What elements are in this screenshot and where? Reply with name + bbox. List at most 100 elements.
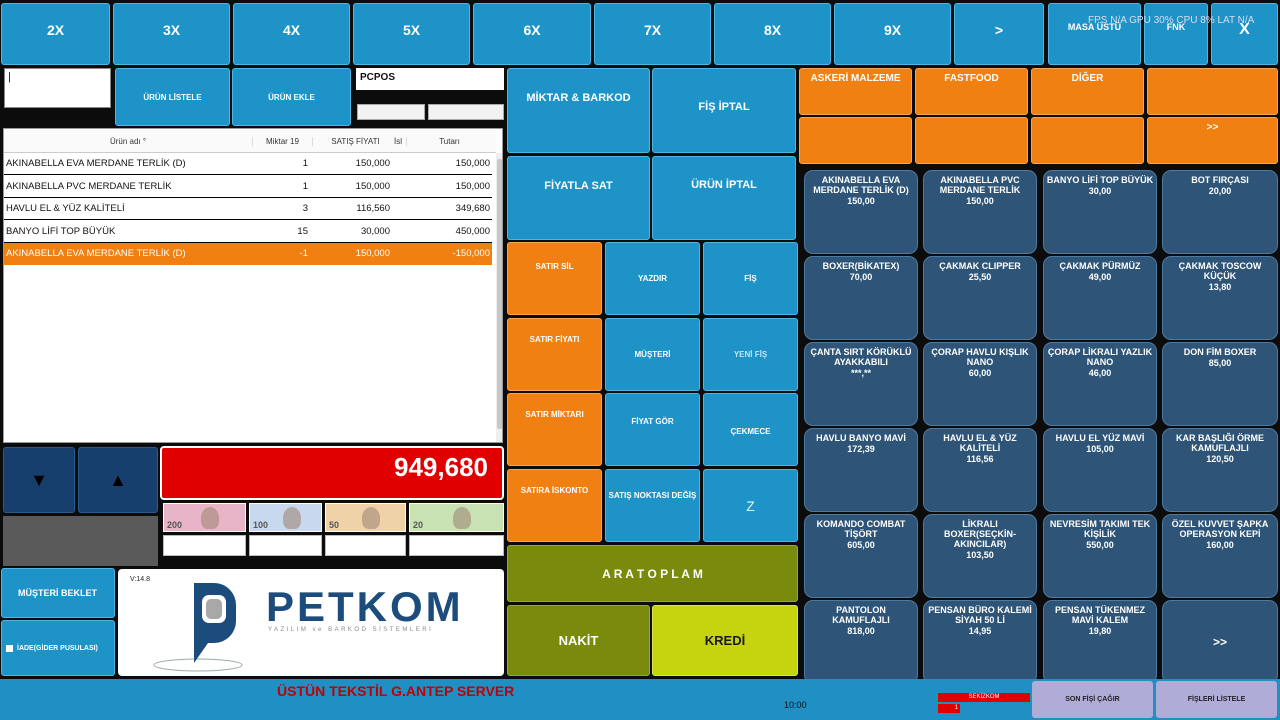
product-button[interactable]: ÇAKMAK PÜRMÜZ 49,00 xyxy=(1043,256,1157,340)
category-empty[interactable] xyxy=(799,117,912,164)
banknote-20[interactable]: 20 xyxy=(409,503,504,532)
product-button[interactable]: KOMANDO COMBAT TİŞÖRT 605,00 xyxy=(804,514,918,598)
product-button[interactable]: ÇANTA SIRT KÖRÜKLÜ AYAKKABILI ***,** xyxy=(804,342,918,426)
urun-listele-button[interactable]: ÜRÜN LİSTELE xyxy=(115,68,230,126)
satis-noktasi-button[interactable]: SATIŞ NOKTASI DEĞİŞ xyxy=(605,469,700,542)
product-button[interactable]: NEVRESİM TAKIMI TEK KİŞİLİK 550,00 xyxy=(1043,514,1157,598)
urun-ekle-button[interactable]: ÜRÜN EKLE xyxy=(232,68,351,126)
z-report-button[interactable]: Z xyxy=(703,469,798,542)
category-empty[interactable] xyxy=(1147,68,1278,115)
table-scrollbar[interactable] xyxy=(496,153,502,442)
satir-sil-button[interactable]: SATIR SİL xyxy=(507,242,602,315)
multiplier-button-2[interactable]: 3X xyxy=(113,3,230,65)
table-row[interactable]: BANYO LİFİ TOP BÜYÜK 15 30,000 450,000 xyxy=(4,221,492,243)
product-next-page-button[interactable]: >> xyxy=(1162,600,1278,684)
product-button[interactable]: DON FİM BOXER 85,00 xyxy=(1162,342,1278,426)
product-button[interactable]: AKINABELLA PVC MERDANE TERLİK 150,00 xyxy=(923,170,1037,254)
product-button[interactable]: ÇAKMAK CLIPPER 25,50 xyxy=(923,256,1037,340)
product-button[interactable]: LİKRALI BOXER(SEÇKİN-AKINCILAR) 103,50 xyxy=(923,514,1037,598)
product-button[interactable]: BANYO LİFİ TOP BÜYÜK 30,00 xyxy=(1043,170,1157,254)
info-field-1[interactable] xyxy=(357,104,425,120)
fiyatla-sat-button[interactable]: FİYATLA SAT xyxy=(507,156,650,240)
product-button[interactable]: ÇAKMAK TOSCOW KÜÇÜK 13,80 xyxy=(1162,256,1278,340)
fis-button[interactable]: FİŞ xyxy=(703,242,798,315)
fiyat-gor-button[interactable]: FİYAT GÖR xyxy=(605,393,700,466)
col-header-price[interactable]: SATIŞ FİYATI xyxy=(312,137,398,146)
category-1[interactable]: ASKERİ MALZEME xyxy=(799,68,912,115)
product-button[interactable]: PENSAN TÜKENMEZ MAVİ KALEM 19,80 xyxy=(1043,600,1157,684)
satir-fiyati-button[interactable]: SATIR FİYATI xyxy=(507,318,602,391)
note-amount-4[interactable] xyxy=(409,535,504,556)
customer-field[interactable]: PCPOS xyxy=(356,68,504,90)
cell-price: 150,000 xyxy=(355,248,390,259)
col-header-qty[interactable]: Miktar 19 xyxy=(252,137,312,146)
note-amount-2[interactable] xyxy=(249,535,322,556)
yazdir-button[interactable]: YAZDIR xyxy=(605,242,700,315)
product-button[interactable]: ÇORAP LİKRALI YAZLIK NANO 46,00 xyxy=(1043,342,1157,426)
note-amount-1[interactable] xyxy=(163,535,246,556)
table-row[interactable]: AKINABELLA EVA MERDANE TERLİK (D) -1 150,0… xyxy=(4,243,492,265)
category-8[interactable]: >> xyxy=(1147,117,1278,164)
nakit-button[interactable]: NAKİT xyxy=(507,605,650,676)
multiplier-button-9[interactable]: > xyxy=(954,3,1044,65)
masa-ustu-button[interactable]: MASA ÜSTÜ xyxy=(1048,3,1141,65)
fnk-button[interactable]: FNK xyxy=(1144,3,1208,65)
multiplier-button-7[interactable]: 8X xyxy=(714,3,831,65)
product-name: NEVRESİM TAKIMI TEK KİŞİLİK xyxy=(1049,519,1151,539)
multiplier-button-1[interactable]: 2X xyxy=(1,3,110,65)
fisleri-listele-button[interactable]: FİŞLERİ LİSTELE xyxy=(1156,681,1277,718)
banknote-50[interactable]: 50 xyxy=(325,503,406,532)
note-amount-3[interactable] xyxy=(325,535,406,556)
col-header-total[interactable]: Tutarı xyxy=(406,137,492,146)
multiplier-button-5[interactable]: 6X xyxy=(473,3,591,65)
multiplier-button-8[interactable]: 9X xyxy=(834,3,951,65)
kredi-button[interactable]: KREDİ xyxy=(652,605,798,676)
iade-button[interactable]: İADE(GİDER PUSULASI) xyxy=(1,620,115,676)
product-button[interactable]: AKINABELLA EVA MERDANE TERLİK (D) 150,00 xyxy=(804,170,918,254)
product-button[interactable]: BOT FIRÇASI 20,00 xyxy=(1162,170,1278,254)
iade-checkbox[interactable] xyxy=(6,644,13,652)
product-button[interactable]: PENSAN BÜRO KALEMİ SİYAH 50 Lİ 14,95 xyxy=(923,600,1037,684)
close-button[interactable]: X xyxy=(1211,3,1278,65)
table-row[interactable]: HAVLU EL & YÜZ KALİTELİ 3 116,560 349,680 xyxy=(4,198,492,220)
scroll-down-button[interactable]: ▼ xyxy=(3,447,75,513)
category-2[interactable]: FASTFOOD xyxy=(915,68,1028,115)
multiplier-button-6[interactable]: 7X xyxy=(594,3,711,65)
table-row[interactable]: AKINABELLA EVA MERDANE TERLİK (D) 1 150,00… xyxy=(4,153,492,175)
aratoplam-button[interactable]: A R A T O P L A M xyxy=(507,545,798,602)
musteri-beklet-button[interactable]: MÜŞTERİ BEKLET xyxy=(1,568,115,618)
info-field-2[interactable] xyxy=(428,104,504,120)
miktar-barkod-button[interactable]: MİKTAR & BARKOD xyxy=(507,68,650,153)
multiplier-button-4[interactable]: 5X xyxy=(353,3,470,65)
satira-iskonto-button[interactable]: SATIRA İSKONTO xyxy=(507,469,602,542)
product-button[interactable]: HAVLU BANYO MAVİ 172,39 xyxy=(804,428,918,512)
urun-iptal-button[interactable]: ÜRÜN İPTAL xyxy=(652,156,796,240)
fis-iptal-button[interactable]: FİŞ İPTAL xyxy=(652,68,796,153)
col-header-name[interactable]: Ürün adı ° xyxy=(4,137,252,146)
banknote-100[interactable]: 100 xyxy=(249,503,322,532)
product-button[interactable]: PANTOLON KAMUFLAJLI 818,00 xyxy=(804,600,918,684)
multiplier-button-3[interactable]: 4X xyxy=(233,3,350,65)
col-header-disc[interactable]: İsl xyxy=(390,137,406,146)
banknote-200[interactable]: 200 xyxy=(163,503,246,532)
product-button[interactable]: KAR BAŞLIĞI ÖRME KAMUFLAJLI 120,50 xyxy=(1162,428,1278,512)
musteri-button[interactable]: MÜŞTERİ xyxy=(605,318,700,391)
product-button[interactable]: HAVLU EL & YÜZ KALİTELİ 116,56 xyxy=(923,428,1037,512)
product-button[interactable]: ÖZEL KUVVET ŞAPKA OPERASYON KEPİ 160,00 xyxy=(1162,514,1278,598)
scroll-up-button[interactable]: ▲ xyxy=(78,447,158,513)
table-row[interactable]: AKINABELLA PVC MERDANE TERLİK 1 150,000 150… xyxy=(4,176,492,198)
son-fisi-cagir-button[interactable]: SON FİŞİ ÇAĞIR xyxy=(1032,681,1153,718)
cekmece-button[interactable]: ÇEKMECE xyxy=(703,393,798,466)
product-price: 14,95 xyxy=(968,626,992,636)
product-button[interactable]: HAVLU EL YÜZ MAVİ 105,00 xyxy=(1043,428,1157,512)
product-button[interactable]: BOXER(BİKATEX) 70,00 xyxy=(804,256,918,340)
scrollbar-thumb[interactable] xyxy=(497,159,502,429)
category-empty[interactable] xyxy=(915,117,1028,164)
product-name: HAVLU EL & YÜZ KALİTELİ xyxy=(943,433,1017,453)
category-3[interactable]: DİĞER xyxy=(1031,68,1144,115)
barcode-search-input[interactable]: | xyxy=(4,68,111,108)
yeni-fis-button[interactable]: YENİ FİŞ xyxy=(703,318,798,391)
satir-miktari-button[interactable]: SATIR MİKTARI xyxy=(507,393,602,466)
category-empty[interactable] xyxy=(1031,117,1144,164)
product-button[interactable]: ÇORAP HAVLU KIŞLIK NANO 60,00 xyxy=(923,342,1037,426)
